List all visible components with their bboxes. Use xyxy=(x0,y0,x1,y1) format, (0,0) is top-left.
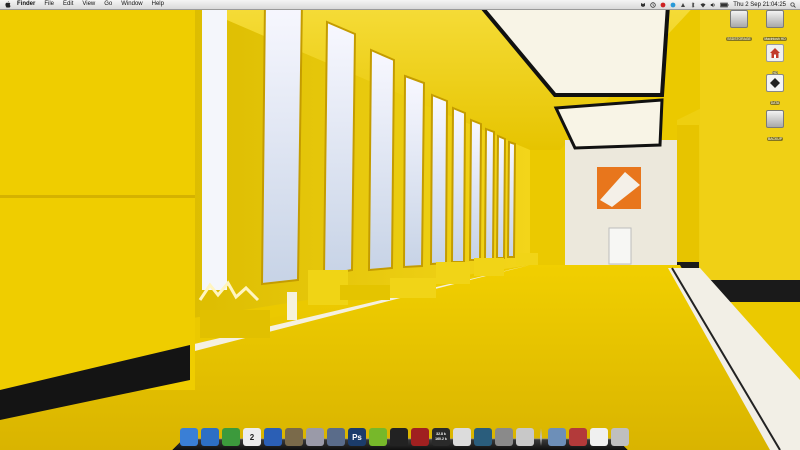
adium-icon[interactable] xyxy=(660,2,666,8)
safari-icon[interactable] xyxy=(201,428,219,446)
menu-bar: Finder File Edit View Go Window Help Thu… xyxy=(0,0,800,10)
desktop-icon-data[interactable]: DATA xyxy=(758,74,792,110)
menu-view[interactable]: View xyxy=(82,0,95,9)
finder-icon[interactable] xyxy=(180,428,198,446)
wifi-icon[interactable] xyxy=(700,2,706,8)
documents-stack-icon[interactable] xyxy=(590,428,608,446)
menu-help[interactable]: Help xyxy=(152,0,164,9)
desktop-icon-backup[interactable]: BACKUP xyxy=(758,110,792,146)
menu-extras: Thu 2 Sep 21:04:25 xyxy=(640,0,796,9)
menubar-clock[interactable]: Thu 2 Sep 21:04:25 xyxy=(733,2,786,8)
script-editor-icon[interactable] xyxy=(516,428,534,446)
downloads-stack-icon[interactable] xyxy=(569,428,587,446)
apple-logo-icon[interactable] xyxy=(5,1,11,8)
desktop-icon-macintosh-hd[interactable]: Macintosh HD xyxy=(758,10,792,46)
volume-icon[interactable] xyxy=(710,2,716,8)
desktop-icons: SSDSTORAGE Macintosh HD HD DATA BACKUP xyxy=(722,10,792,141)
desktop-icon-label: Macintosh HD xyxy=(763,37,787,41)
network-upload-rate: 32.8 k xyxy=(436,432,446,436)
desktop-wallpaper xyxy=(0,0,800,450)
itunes-icon[interactable] xyxy=(264,428,282,446)
pages-icon[interactable] xyxy=(327,428,345,446)
menu-file[interactable]: File xyxy=(44,0,54,9)
photoshop-icon[interactable]: Ps xyxy=(348,428,366,446)
time-machine-icon[interactable] xyxy=(474,428,492,446)
spotlight-icon[interactable] xyxy=(790,1,796,8)
network-monitor-icon[interactable]: 32.8 k 160.2 k xyxy=(432,428,450,446)
dock: 2 Ps 32.8 k 160.2 k xyxy=(172,420,629,450)
applications-folder-icon[interactable] xyxy=(548,428,566,446)
terminal-icon[interactable] xyxy=(390,428,408,446)
dropbox-icon[interactable] xyxy=(640,2,646,8)
desktop-icon-label: DATA xyxy=(769,101,781,105)
spotify-icon[interactable] xyxy=(369,428,387,446)
menu-app-finder[interactable]: Finder xyxy=(17,0,35,9)
system-preferences-icon[interactable] xyxy=(495,428,513,446)
growl-icon[interactable] xyxy=(680,2,686,8)
desktop-icon-label: BACKUP xyxy=(767,137,783,141)
bluetooth-icon[interactable] xyxy=(690,1,696,8)
dock-icon-glyph: Ps xyxy=(352,432,362,442)
iphoto-icon[interactable] xyxy=(285,428,303,446)
menu-edit[interactable]: Edit xyxy=(63,0,73,9)
menu-go[interactable]: Go xyxy=(104,0,112,9)
desktop-icon-ssdstorage[interactable]: SSDSTORAGE xyxy=(722,10,756,46)
transmission-icon[interactable] xyxy=(411,428,429,446)
preview-icon[interactable] xyxy=(306,428,324,446)
desktop-icon-label: SSDSTORAGE xyxy=(726,37,752,41)
adium-icon[interactable] xyxy=(222,428,240,446)
ical-icon[interactable]: 2 xyxy=(243,428,261,446)
dock-icon-glyph: 2 xyxy=(249,432,255,442)
menu-window[interactable]: Window xyxy=(121,0,142,9)
trash-icon[interactable] xyxy=(611,428,629,446)
hard-drive-icon xyxy=(730,10,748,28)
hard-drive-icon xyxy=(766,10,784,28)
dock-items: 2 Ps 32.8 k 160.2 k xyxy=(180,422,629,446)
drive-icon xyxy=(766,74,784,92)
textedit-icon[interactable] xyxy=(453,428,471,446)
skype-icon[interactable] xyxy=(670,2,676,8)
hard-drive-icon xyxy=(766,110,784,128)
dock-separator xyxy=(540,428,542,446)
network-download-rate: 160.2 k xyxy=(435,437,447,441)
battery-icon[interactable] xyxy=(720,2,729,8)
home-folder-icon xyxy=(766,44,784,62)
time-machine-icon[interactable] xyxy=(650,1,656,8)
